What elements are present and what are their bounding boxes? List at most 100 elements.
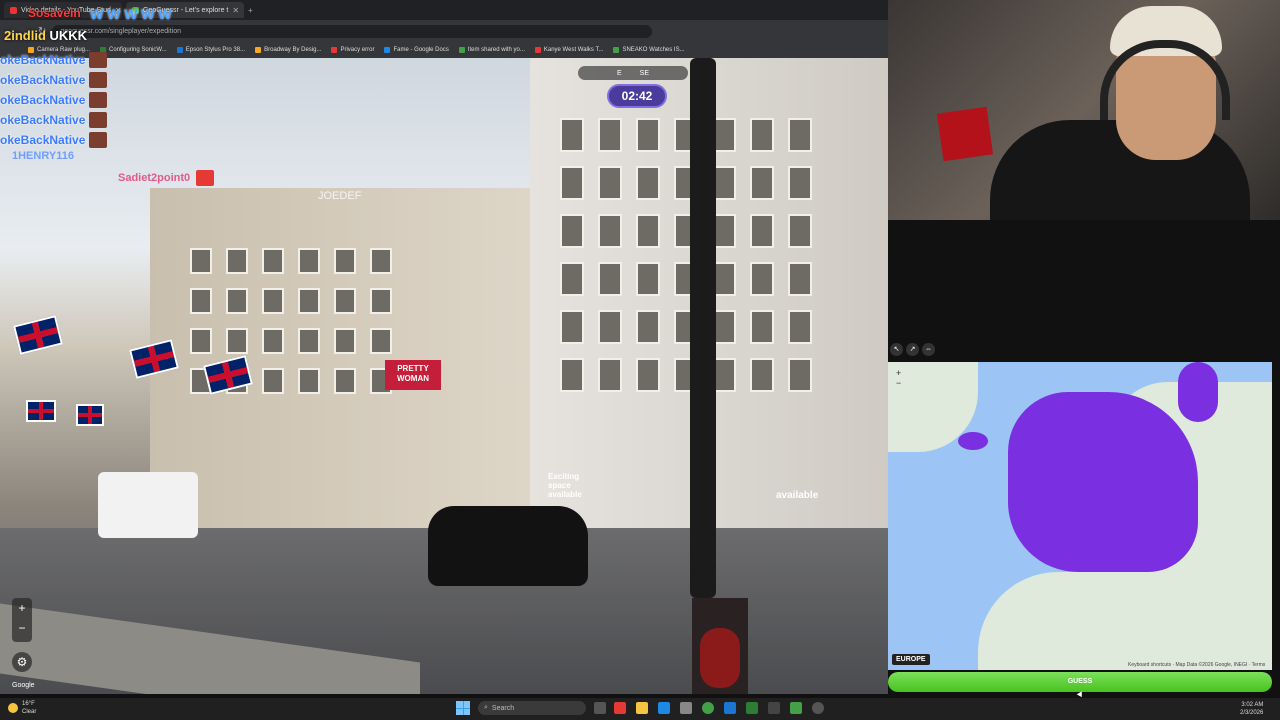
map-resize-icon[interactable]: ↗ <box>906 343 919 356</box>
europe-region <box>1008 392 1198 572</box>
emote-icon <box>89 92 108 108</box>
browser-toolbar: ← → ↻ geoguessr.com/singleplayer/expedit… <box>0 20 888 42</box>
bookmarks-bar: Camera Raw plug... Configuring SonicW...… <box>0 42 888 58</box>
bookmark-icon <box>384 47 391 53</box>
bookmark-item[interactable]: SNEAKO Watches IS... <box>613 47 685 53</box>
chrome-icon[interactable] <box>702 702 714 714</box>
chat-overlay-wave: W W W W W <box>90 6 172 22</box>
lamp-post <box>690 58 716 598</box>
file-explorer-icon[interactable] <box>636 702 648 714</box>
guess-button[interactable]: GUESS <box>888 672 1272 692</box>
round-timer: 02:42 <box>607 84 667 108</box>
emote-icon <box>89 112 108 128</box>
bookmark-icon <box>613 47 620 53</box>
bookmark-icon <box>331 47 338 53</box>
store-sign: Exciting space available <box>548 472 582 499</box>
map-tools: ↖ ↗ ⇔ <box>890 343 935 356</box>
chat-message: UKKK <box>49 28 88 43</box>
chat-line: okeBackNative <box>0 50 120 70</box>
bookmark-item[interactable]: Broadway By Desig... <box>255 47 321 53</box>
app-icon[interactable] <box>768 702 780 714</box>
lamp-post-base <box>692 598 748 694</box>
weather-icon <box>8 703 18 713</box>
bookmark-item[interactable]: Privacy error <box>331 47 374 53</box>
region-label: EUROPE <box>892 654 930 665</box>
shop-sign: PRETTY WOMAN <box>385 360 441 390</box>
chat-line: okeBackNative <box>0 110 120 130</box>
compass-label: SE <box>639 69 649 77</box>
weather-temp: 16°F <box>22 701 35 707</box>
emote-icon <box>196 170 215 186</box>
map-zoom-out-button[interactable]: − <box>896 378 901 388</box>
bookmark-item[interactable]: Kanye West Walks T... <box>534 47 603 53</box>
youtube-icon <box>10 6 17 14</box>
bookmark-icon <box>176 47 183 53</box>
map-expand-icon[interactable]: ↖ <box>890 343 903 356</box>
street-zoom-control: + − <box>12 598 32 642</box>
close-icon[interactable]: ✕ <box>232 6 239 15</box>
app-icon[interactable] <box>724 702 736 714</box>
chat-username: Sadiet2point0 <box>118 172 191 184</box>
emote-icon <box>89 52 108 68</box>
guess-map[interactable] <box>888 362 1272 670</box>
chat-list: okeBackNative okeBackNative okeBackNativ… <box>0 50 120 150</box>
app-icon[interactable] <box>614 702 626 714</box>
van <box>98 472 198 538</box>
emote-icon <box>89 132 108 148</box>
bookmark-item[interactable]: Item shared with yo... <box>458 47 525 53</box>
weather-widget[interactable]: 16°F Clear <box>8 700 36 716</box>
taskbar-search[interactable]: ⌕ Search <box>478 701 586 715</box>
google-logo: Google <box>12 682 35 689</box>
compass[interactable]: E SE <box>578 66 688 80</box>
union-jack-flag <box>76 404 104 426</box>
store-icon[interactable] <box>680 702 692 714</box>
address-bar[interactable]: geoguessr.com/singleplayer/expedition <box>52 24 653 38</box>
chat-line: okeBackNative <box>0 70 120 90</box>
obs-icon[interactable] <box>812 702 824 714</box>
start-button[interactable] <box>456 701 470 715</box>
clock-time: 3:02 AM <box>1241 702 1264 708</box>
bookmark-item[interactable]: Epson Stylus Pro 38... <box>176 47 245 53</box>
task-view-icon[interactable] <box>594 702 606 714</box>
iceland-region <box>958 432 988 450</box>
map-zoom-control: + − <box>896 368 901 388</box>
chat-header: 2indlid UKKK <box>4 28 87 43</box>
settings-gear-icon[interactable]: ⚙ <box>12 652 32 672</box>
search-icon: ⌕ <box>484 704 488 711</box>
store-sign: available <box>776 490 819 501</box>
zoom-out-button[interactable]: − <box>12 618 32 638</box>
union-jack-flag <box>13 315 63 355</box>
clock-date: 2/3/2026 <box>1240 710 1264 716</box>
chat-line: okeBackNative <box>0 130 120 150</box>
app-icon[interactable] <box>790 702 802 714</box>
street-view-panorama[interactable]: PRETTY WOMAN Exciting space available av… <box>0 58 888 694</box>
webcam-pillow <box>936 106 994 162</box>
chat-line: 1HENRY116 <box>12 150 74 162</box>
chat-line: Sadiet2point0 <box>118 170 215 186</box>
bookmark-icon <box>255 47 262 53</box>
chat-overlay-user: Sosavein <box>28 6 81 20</box>
compass-label: E <box>616 69 622 77</box>
map-attribution: Keyboard shortcuts · Map Data ©2026 Goog… <box>1128 662 1266 668</box>
chat-username: 1HENRY116 <box>12 150 74 162</box>
union-jack-flag <box>26 400 56 422</box>
screen: Video details - YouTube Stud ✕ GeoGuessr… <box>0 0 1280 720</box>
system-clock[interactable]: 3:02 AM 2/3/2026 <box>1240 701 1263 717</box>
bookmark-icon <box>534 47 541 53</box>
excel-icon[interactable] <box>746 702 758 714</box>
chat-username: 2indlid <box>4 28 46 43</box>
europe-region <box>1178 362 1218 422</box>
search-placeholder: Search <box>491 704 515 712</box>
edge-icon[interactable] <box>658 702 670 714</box>
chat-line: okeBackNative <box>0 90 120 110</box>
weather-text: Clear <box>22 709 37 715</box>
map-land <box>978 572 1208 670</box>
zoom-in-button[interactable]: + <box>12 598 32 618</box>
bookmark-item[interactable]: Fame - Google Docs <box>384 47 449 53</box>
new-tab-button[interactable]: + <box>248 6 253 15</box>
map-pin-icon[interactable]: ⇔ <box>922 343 935 356</box>
map-zoom-in-button[interactable]: + <box>896 368 901 378</box>
street-watermark: JOEDEF <box>318 190 362 202</box>
bookmark-icon <box>458 47 465 53</box>
taxi <box>428 506 588 586</box>
